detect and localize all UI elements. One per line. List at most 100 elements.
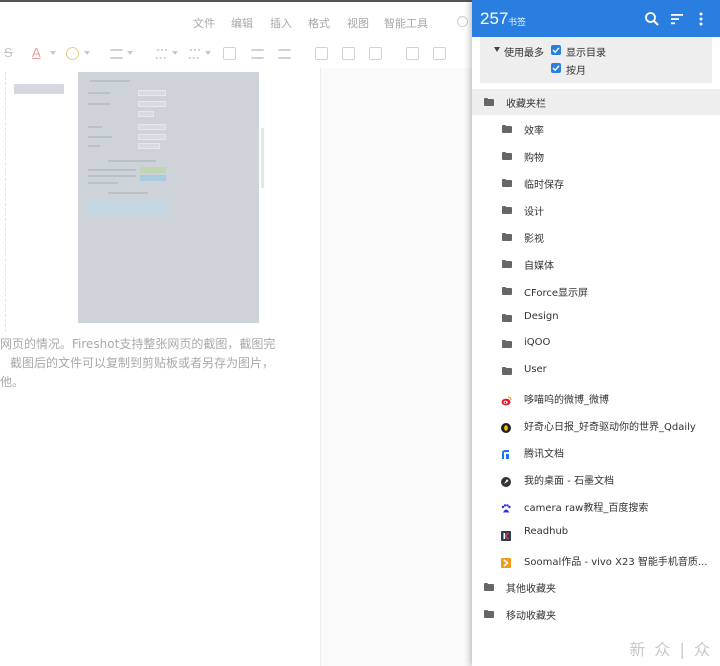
folder-item[interactable]: CForce显示屏 bbox=[472, 278, 720, 304]
outdent-icon[interactable] bbox=[278, 49, 291, 59]
link-label: camera raw教程_百度搜索 bbox=[524, 503, 649, 514]
folder-icon bbox=[484, 583, 494, 591]
view-options: 使用最多 显示目录 按月 bbox=[480, 37, 712, 83]
show-dirs-label: 显示目录 bbox=[566, 48, 606, 59]
link-label: 好奇心日报_好奇驱动你的世界_Qdaily bbox=[524, 422, 696, 433]
bookmark-panel: 257 书签 使用最多 显示目录 按月 收藏夹栏 效率 购物 临时保存 设计 影… bbox=[472, 0, 720, 666]
document-editor: 文件 编辑 插入 格式 视图 智能工具 S A 网页的情况。Fireshot支持… bbox=[0, 0, 472, 666]
tencent-docs-icon bbox=[501, 447, 511, 459]
folder-icon bbox=[502, 260, 512, 268]
folder-item[interactable]: iQOO bbox=[472, 331, 720, 357]
folder-label: 自媒体 bbox=[524, 261, 554, 272]
bookmark-link[interactable]: 腾讯文档 bbox=[472, 439, 720, 465]
folder-label: 影视 bbox=[524, 234, 544, 245]
sort-mode-dropdown[interactable]: 使用最多 bbox=[504, 44, 544, 59]
folder-root-bookmarks-bar[interactable]: 收藏夹栏 bbox=[472, 89, 720, 115]
folder-icon bbox=[502, 179, 512, 187]
folder-item[interactable]: User bbox=[472, 358, 720, 384]
folder-icon bbox=[502, 367, 512, 375]
folder-icon bbox=[502, 152, 512, 160]
folder-other-bookmarks[interactable]: 其他收藏夹 bbox=[472, 574, 720, 600]
folder-icon bbox=[502, 314, 512, 322]
numbered-list-icon[interactable] bbox=[188, 49, 201, 59]
folder-label: User bbox=[524, 364, 547, 375]
strikethrough-icon[interactable]: S bbox=[4, 45, 13, 60]
page-margin-area bbox=[320, 68, 472, 666]
folder-label: 其他收藏夹 bbox=[506, 584, 556, 595]
folder-item[interactable]: Design bbox=[472, 305, 720, 331]
folder-label: 效率 bbox=[524, 126, 544, 137]
folder-icon bbox=[484, 98, 494, 106]
folder-item[interactable]: 影视 bbox=[472, 224, 720, 250]
folder-item[interactable]: 购物 bbox=[472, 143, 720, 169]
folder-label: Design bbox=[524, 311, 559, 322]
menu-format[interactable]: 格式 bbox=[308, 15, 330, 31]
folder-item[interactable]: 设计 bbox=[472, 197, 720, 223]
menu-smart-tools[interactable]: 智能工具 bbox=[384, 15, 428, 31]
comment-icon[interactable] bbox=[369, 47, 382, 60]
folder-item[interactable]: 自媒体 bbox=[472, 251, 720, 277]
menu-file[interactable]: 文件 bbox=[193, 15, 215, 31]
embedded-screenshot-image bbox=[78, 72, 259, 323]
play-icon[interactable] bbox=[457, 16, 468, 27]
bookmark-link[interactable]: 好奇心日报_好奇驱动你的世界_Qdaily bbox=[472, 412, 720, 438]
checkbox-icon[interactable] bbox=[223, 47, 236, 60]
search-icon[interactable] bbox=[643, 10, 661, 28]
folder-label: 购物 bbox=[524, 153, 544, 164]
folder-icon bbox=[502, 125, 512, 133]
panel-header: 257 书签 bbox=[472, 0, 720, 37]
folder-label: 设计 bbox=[524, 207, 544, 218]
link-label: 哆喵呜的微博_微博 bbox=[524, 395, 609, 406]
attachment-icon[interactable] bbox=[406, 47, 419, 60]
bookmark-link[interactable]: Readhub bbox=[472, 520, 720, 546]
menu-view[interactable]: 视图 bbox=[347, 15, 369, 31]
indent-icon[interactable] bbox=[251, 49, 264, 59]
folder-icon bbox=[484, 610, 494, 618]
folder-label: iQOO bbox=[524, 337, 551, 348]
folder-item[interactable]: 效率 bbox=[472, 116, 720, 142]
doc-text-line-3: 他。 bbox=[0, 375, 25, 389]
by-month-label: 按月 bbox=[566, 66, 586, 77]
editor-menubar: 文件 编辑 插入 格式 视图 智能工具 bbox=[0, 12, 472, 34]
by-month-checkbox[interactable] bbox=[551, 63, 561, 73]
soomal-icon bbox=[501, 555, 511, 568]
folder-label: 移动收藏夹 bbox=[506, 611, 556, 622]
weibo-icon bbox=[501, 393, 512, 406]
baidu-icon bbox=[501, 501, 511, 513]
folder-icon bbox=[502, 233, 512, 241]
folder-label: CForce显示屏 bbox=[524, 288, 589, 299]
dropdown-caret-icon[interactable] bbox=[494, 47, 500, 52]
folder-icon bbox=[502, 206, 512, 214]
highlight-icon[interactable] bbox=[66, 47, 79, 60]
bookmark-link[interactable]: camera raw教程_百度搜索 bbox=[472, 493, 720, 519]
link-label: 我的桌面 - 石墨文档 bbox=[524, 476, 614, 487]
qdaily-icon bbox=[501, 420, 511, 433]
show-dirs-checkbox[interactable] bbox=[551, 45, 561, 55]
menu-edit[interactable]: 编辑 bbox=[231, 15, 253, 31]
folder-mobile-bookmarks[interactable]: 移动收藏夹 bbox=[472, 601, 720, 627]
editor-scrollbar[interactable] bbox=[261, 128, 264, 188]
link-label: Readhub bbox=[524, 526, 569, 537]
font-color-icon[interactable]: A bbox=[32, 45, 41, 60]
menu-insert[interactable]: 插入 bbox=[270, 15, 292, 31]
editor-toolbar: S A bbox=[0, 42, 472, 68]
bookmark-count-label: 书签 bbox=[508, 18, 527, 28]
folder-item[interactable]: 临时保存 bbox=[472, 170, 720, 196]
page-button[interactable] bbox=[14, 84, 64, 94]
bookmark-link[interactable]: 哆喵呜的微博_微博 bbox=[472, 385, 720, 411]
image-icon[interactable] bbox=[315, 47, 328, 60]
table-icon[interactable] bbox=[342, 47, 355, 60]
align-icon[interactable] bbox=[110, 49, 123, 59]
bookmark-link[interactable]: 我的桌面 - 石墨文档 bbox=[472, 466, 720, 492]
link-label: Soomal作品 - vivo X23 智能手机音质... bbox=[524, 557, 708, 568]
folder-label: 临时保存 bbox=[524, 180, 564, 191]
folder-label: 收藏夹栏 bbox=[506, 99, 546, 110]
bookmark-link[interactable]: Soomal作品 - vivo X23 智能手机音质... bbox=[472, 547, 720, 573]
document-icon[interactable] bbox=[433, 47, 446, 60]
sort-icon[interactable] bbox=[668, 10, 686, 28]
folder-icon bbox=[502, 340, 512, 348]
doc-text-line-2: 截图后的文件可以复制到剪贴板或者另存为图片， bbox=[10, 356, 275, 370]
bullet-list-icon[interactable] bbox=[155, 49, 168, 59]
more-vert-icon[interactable] bbox=[692, 10, 710, 28]
watermark-logo: 新 众 | 众 bbox=[629, 640, 712, 659]
